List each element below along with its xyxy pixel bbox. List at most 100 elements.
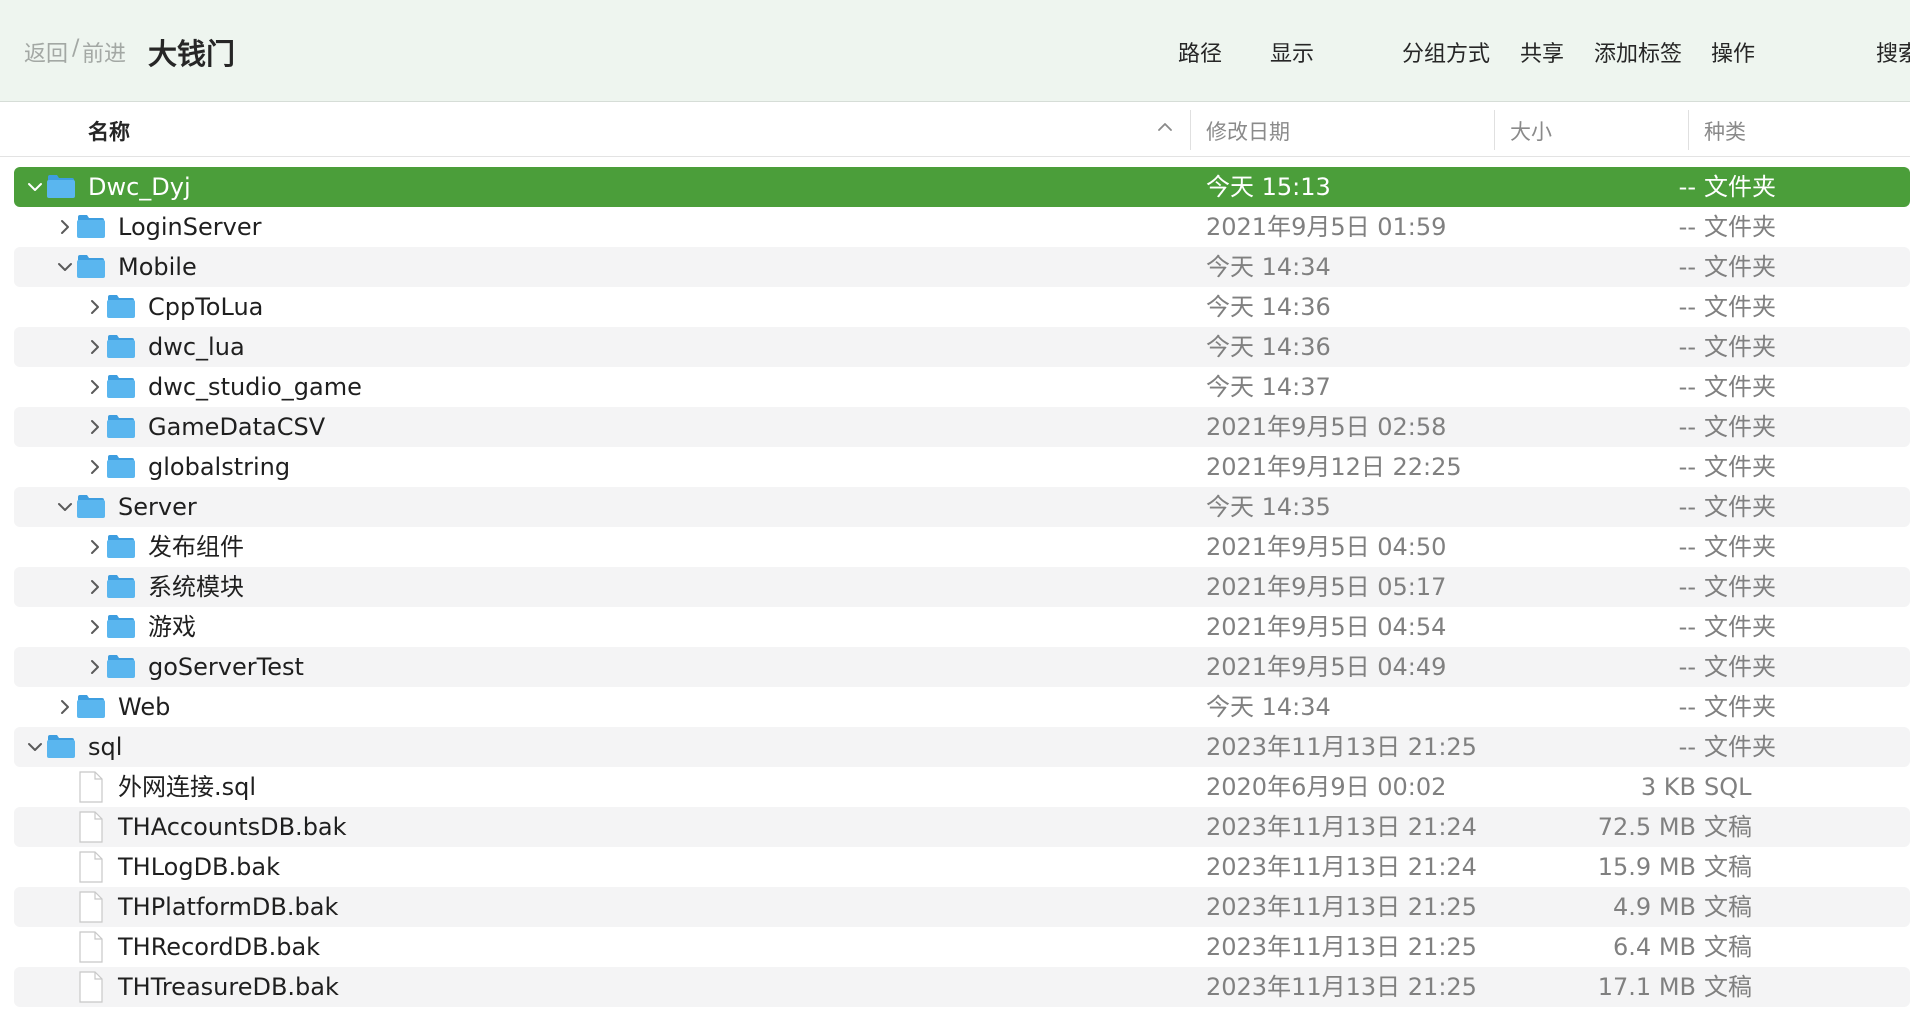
item-name: Web: [118, 693, 171, 721]
item-size: --: [1678, 733, 1696, 761]
item-size: --: [1678, 213, 1696, 241]
chevron-right-icon[interactable]: [86, 578, 104, 596]
file-row[interactable]: THAccountsDB.bak 2023年11月13日 21:24 72.5 MB…: [14, 807, 1910, 847]
column-divider[interactable]: [1688, 110, 1689, 150]
folder-row[interactable]: dwc_lua 今天 14:36 -- 文件夹: [14, 327, 1910, 367]
chevron-right-icon[interactable]: [56, 698, 74, 716]
item-name: THPlatformDB.bak: [118, 893, 339, 921]
folder-row[interactable]: GameDataCSV 2021年9月5日 02:58 -- 文件夹: [14, 407, 1910, 447]
item-kind: 文件夹: [1704, 293, 1776, 321]
folder-row[interactable]: 游戏 2021年9月5日 04:54 -- 文件夹: [14, 607, 1910, 647]
item-kind: 文稿: [1704, 973, 1752, 1001]
column-size-header[interactable]: 大小: [1510, 116, 1552, 146]
chevron-down-icon[interactable]: [26, 178, 44, 196]
item-kind: SQL: [1704, 773, 1752, 801]
column-divider[interactable]: [1494, 110, 1495, 150]
item-size: 72.5 MB: [1597, 813, 1696, 841]
forward-button[interactable]: 前进: [82, 36, 126, 68]
folder-row[interactable]: dwc_studio_game 今天 14:37 -- 文件夹: [14, 367, 1910, 407]
item-size: --: [1678, 533, 1696, 561]
item-date: 2021年9月5日 04:50: [1206, 533, 1447, 561]
folder-row[interactable]: CppToLua 今天 14:36 -- 文件夹: [14, 287, 1910, 327]
folder-row[interactable]: Web 今天 14:34 -- 文件夹: [14, 687, 1910, 727]
item-size: --: [1678, 293, 1696, 321]
item-kind: 文稿: [1704, 853, 1752, 881]
document-icon: [79, 931, 103, 963]
folder-row[interactable]: Dwc_Dyj 今天 15:13 -- 文件夹: [14, 167, 1910, 207]
column-name-header[interactable]: 名称: [88, 116, 130, 146]
chevron-right-icon[interactable]: [86, 538, 104, 556]
document-icon: [79, 891, 103, 923]
column-divider[interactable]: [1190, 110, 1191, 150]
item-name: dwc_studio_game: [148, 373, 362, 401]
item-size: 6.4 MB: [1613, 933, 1696, 961]
item-name: sql: [88, 733, 123, 761]
share-button[interactable]: 共享: [1520, 36, 1564, 68]
item-date: 2023年11月13日 21:25: [1206, 973, 1477, 1001]
item-date: 2021年9月12日 22:25: [1206, 453, 1462, 481]
column-date-header[interactable]: 修改日期: [1206, 116, 1290, 146]
back-button[interactable]: 返回: [24, 36, 68, 68]
window-title: 大钱门: [148, 37, 236, 71]
item-size: --: [1678, 373, 1696, 401]
file-row[interactable]: THPlatformDB.bak 2023年11月13日 21:25 4.9 MB 文…: [14, 887, 1910, 927]
folder-icon: [107, 535, 135, 558]
chevron-right-icon[interactable]: [86, 618, 104, 636]
item-size: --: [1678, 493, 1696, 521]
file-row[interactable]: THLogDB.bak 2023年11月13日 21:24 15.9 MB 文稿: [14, 847, 1910, 887]
column-header: 名称 修改日期 大小 种类: [0, 102, 1910, 157]
chevron-down-icon[interactable]: [26, 738, 44, 756]
item-date: 2021年9月5日 04:54: [1206, 613, 1447, 641]
folder-row[interactable]: globalstring 2021年9月12日 22:25 -- 文件夹: [14, 447, 1910, 487]
file-row[interactable]: THRecordDB.bak 2023年11月13日 21:25 6.4 MB 文稿: [14, 927, 1910, 967]
folder-row[interactable]: Mobile 今天 14:34 -- 文件夹: [14, 247, 1910, 287]
item-kind: 文件夹: [1704, 573, 1776, 601]
sort-ascending-icon[interactable]: [1156, 118, 1174, 136]
folder-row[interactable]: sql 2023年11月13日 21:25 -- 文件夹: [14, 727, 1910, 767]
folder-icon: [107, 455, 135, 478]
file-row[interactable]: THTreasureDB.bak 2023年11月13日 21:25 17.1 MB…: [14, 967, 1910, 1007]
item-kind: 文稿: [1704, 813, 1752, 841]
add-tags-button[interactable]: 添加标签: [1594, 36, 1682, 68]
toolbar: 返回 / 前进 大钱门 路径 显示 分组方式 共享 添加标签 操作 搜索: [0, 0, 1910, 102]
folder-icon: [47, 735, 75, 758]
item-date: 今天 15:13: [1206, 173, 1331, 201]
folder-row[interactable]: goServerTest 2021年9月5日 04:49 -- 文件夹: [14, 647, 1910, 687]
chevron-right-icon[interactable]: [86, 338, 104, 356]
item-kind: 文件夹: [1704, 453, 1776, 481]
search-button[interactable]: 搜索: [1876, 36, 1910, 68]
item-name: GameDataCSV: [148, 413, 326, 441]
chevron-right-icon[interactable]: [86, 658, 104, 676]
folder-icon: [107, 655, 135, 678]
chevron-right-icon[interactable]: [86, 298, 104, 316]
item-name: THTreasureDB.bak: [118, 973, 339, 1001]
folder-icon: [107, 575, 135, 598]
item-size: --: [1678, 333, 1696, 361]
folder-row[interactable]: 发布组件 2021年9月5日 04:50 -- 文件夹: [14, 527, 1910, 567]
action-button[interactable]: 操作: [1711, 36, 1755, 68]
folder-row[interactable]: Server 今天 14:35 -- 文件夹: [14, 487, 1910, 527]
folder-row[interactable]: 系统模块 2021年9月5日 05:17 -- 文件夹: [14, 567, 1910, 607]
item-date: 2021年9月5日 05:17: [1206, 573, 1447, 601]
item-size: 15.9 MB: [1597, 853, 1696, 881]
path-button[interactable]: 路径: [1178, 36, 1222, 68]
item-date: 今天 14:36: [1206, 333, 1331, 361]
item-size: --: [1678, 173, 1696, 201]
folder-icon: [107, 415, 135, 438]
folder-icon: [47, 175, 75, 198]
column-kind-header[interactable]: 种类: [1704, 116, 1746, 146]
chevron-right-icon[interactable]: [86, 418, 104, 436]
item-kind: 文件夹: [1704, 333, 1776, 361]
chevron-right-icon[interactable]: [56, 218, 74, 236]
folder-row[interactable]: LoginServer 2021年9月5日 01:59 -- 文件夹: [14, 207, 1910, 247]
item-name: goServerTest: [148, 653, 304, 681]
chevron-down-icon[interactable]: [56, 258, 74, 276]
view-button[interactable]: 显示: [1270, 36, 1314, 68]
item-name: Mobile: [118, 253, 197, 281]
group-by-button[interactable]: 分组方式: [1402, 36, 1490, 68]
chevron-down-icon[interactable]: [56, 498, 74, 516]
chevron-right-icon[interactable]: [86, 378, 104, 396]
item-kind: 文件夹: [1704, 493, 1776, 521]
chevron-right-icon[interactable]: [86, 458, 104, 476]
file-row[interactable]: 外网连接.sql 2020年6月9日 00:02 3 KB SQL: [14, 767, 1910, 807]
